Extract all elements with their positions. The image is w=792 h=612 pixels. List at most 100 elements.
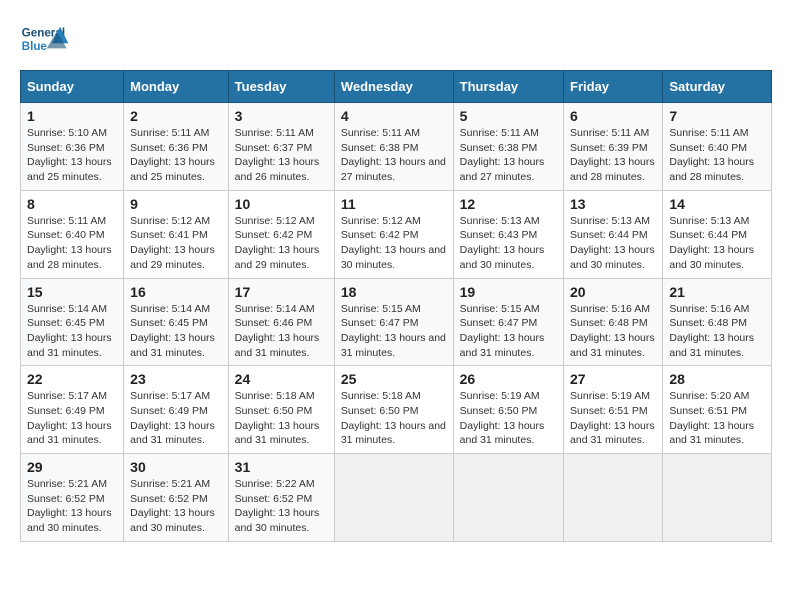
calendar-week-row: 22 Sunrise: 5:17 AMSunset: 6:49 PMDaylig… xyxy=(21,366,772,454)
day-info: Sunrise: 5:21 AMSunset: 6:52 PMDaylight:… xyxy=(27,478,112,534)
day-number: 21 xyxy=(669,284,765,300)
calendar-header-wednesday: Wednesday xyxy=(334,71,453,103)
day-number: 4 xyxy=(341,108,447,124)
day-number: 9 xyxy=(130,196,222,212)
calendar-cell xyxy=(453,454,563,542)
calendar-header-friday: Friday xyxy=(564,71,663,103)
calendar-cell: 31 Sunrise: 5:22 AMSunset: 6:52 PMDaylig… xyxy=(228,454,334,542)
day-number: 17 xyxy=(235,284,328,300)
calendar-cell: 17 Sunrise: 5:14 AMSunset: 6:46 PMDaylig… xyxy=(228,278,334,366)
calendar-cell xyxy=(663,454,772,542)
day-number: 3 xyxy=(235,108,328,124)
calendar-cell: 5 Sunrise: 5:11 AMSunset: 6:38 PMDayligh… xyxy=(453,103,563,191)
calendar-cell: 16 Sunrise: 5:14 AMSunset: 6:45 PMDaylig… xyxy=(124,278,229,366)
day-info: Sunrise: 5:11 AMSunset: 6:40 PMDaylight:… xyxy=(27,215,112,271)
day-number: 16 xyxy=(130,284,222,300)
day-number: 6 xyxy=(570,108,656,124)
calendar-cell: 25 Sunrise: 5:18 AMSunset: 6:50 PMDaylig… xyxy=(334,366,453,454)
calendar-cell: 13 Sunrise: 5:13 AMSunset: 6:44 PMDaylig… xyxy=(564,190,663,278)
calendar-cell: 28 Sunrise: 5:20 AMSunset: 6:51 PMDaylig… xyxy=(663,366,772,454)
calendar-cell: 29 Sunrise: 5:21 AMSunset: 6:52 PMDaylig… xyxy=(21,454,124,542)
calendar-cell: 7 Sunrise: 5:11 AMSunset: 6:40 PMDayligh… xyxy=(663,103,772,191)
calendar-cell: 12 Sunrise: 5:13 AMSunset: 6:43 PMDaylig… xyxy=(453,190,563,278)
calendar-week-row: 8 Sunrise: 5:11 AMSunset: 6:40 PMDayligh… xyxy=(21,190,772,278)
calendar-cell: 18 Sunrise: 5:15 AMSunset: 6:47 PMDaylig… xyxy=(334,278,453,366)
day-number: 24 xyxy=(235,371,328,387)
day-number: 26 xyxy=(460,371,557,387)
calendar-cell: 9 Sunrise: 5:12 AMSunset: 6:41 PMDayligh… xyxy=(124,190,229,278)
calendar-week-row: 29 Sunrise: 5:21 AMSunset: 6:52 PMDaylig… xyxy=(21,454,772,542)
day-info: Sunrise: 5:17 AMSunset: 6:49 PMDaylight:… xyxy=(27,390,112,446)
day-number: 12 xyxy=(460,196,557,212)
day-number: 22 xyxy=(27,371,117,387)
calendar-cell: 8 Sunrise: 5:11 AMSunset: 6:40 PMDayligh… xyxy=(21,190,124,278)
day-number: 29 xyxy=(27,459,117,475)
calendar-cell: 26 Sunrise: 5:19 AMSunset: 6:50 PMDaylig… xyxy=(453,366,563,454)
day-info: Sunrise: 5:16 AMSunset: 6:48 PMDaylight:… xyxy=(669,303,754,359)
day-info: Sunrise: 5:12 AMSunset: 6:41 PMDaylight:… xyxy=(130,215,215,271)
calendar-cell xyxy=(564,454,663,542)
day-info: Sunrise: 5:15 AMSunset: 6:47 PMDaylight:… xyxy=(460,303,545,359)
day-info: Sunrise: 5:22 AMSunset: 6:52 PMDaylight:… xyxy=(235,478,320,534)
day-number: 1 xyxy=(27,108,117,124)
day-number: 27 xyxy=(570,371,656,387)
day-info: Sunrise: 5:19 AMSunset: 6:51 PMDaylight:… xyxy=(570,390,655,446)
calendar-cell: 14 Sunrise: 5:13 AMSunset: 6:44 PMDaylig… xyxy=(663,190,772,278)
day-number: 18 xyxy=(341,284,447,300)
calendar-cell: 11 Sunrise: 5:12 AMSunset: 6:42 PMDaylig… xyxy=(334,190,453,278)
svg-text:Blue: Blue xyxy=(22,40,48,53)
day-info: Sunrise: 5:16 AMSunset: 6:48 PMDaylight:… xyxy=(570,303,655,359)
day-info: Sunrise: 5:13 AMSunset: 6:44 PMDaylight:… xyxy=(669,215,754,271)
day-number: 15 xyxy=(27,284,117,300)
calendar-cell: 15 Sunrise: 5:14 AMSunset: 6:45 PMDaylig… xyxy=(21,278,124,366)
day-number: 2 xyxy=(130,108,222,124)
day-info: Sunrise: 5:21 AMSunset: 6:52 PMDaylight:… xyxy=(130,478,215,534)
day-info: Sunrise: 5:12 AMSunset: 6:42 PMDaylight:… xyxy=(235,215,320,271)
calendar-cell: 21 Sunrise: 5:16 AMSunset: 6:48 PMDaylig… xyxy=(663,278,772,366)
day-number: 19 xyxy=(460,284,557,300)
day-info: Sunrise: 5:20 AMSunset: 6:51 PMDaylight:… xyxy=(669,390,754,446)
logo-icon: General Blue xyxy=(20,20,70,60)
calendar-cell: 24 Sunrise: 5:18 AMSunset: 6:50 PMDaylig… xyxy=(228,366,334,454)
day-number: 14 xyxy=(669,196,765,212)
day-number: 8 xyxy=(27,196,117,212)
day-info: Sunrise: 5:11 AMSunset: 6:39 PMDaylight:… xyxy=(570,127,655,183)
day-info: Sunrise: 5:14 AMSunset: 6:46 PMDaylight:… xyxy=(235,303,320,359)
day-number: 31 xyxy=(235,459,328,475)
calendar-cell: 30 Sunrise: 5:21 AMSunset: 6:52 PMDaylig… xyxy=(124,454,229,542)
calendar-cell: 3 Sunrise: 5:11 AMSunset: 6:37 PMDayligh… xyxy=(228,103,334,191)
day-info: Sunrise: 5:13 AMSunset: 6:44 PMDaylight:… xyxy=(570,215,655,271)
day-info: Sunrise: 5:17 AMSunset: 6:49 PMDaylight:… xyxy=(130,390,215,446)
calendar-header-thursday: Thursday xyxy=(453,71,563,103)
calendar-header-sunday: Sunday xyxy=(21,71,124,103)
day-info: Sunrise: 5:18 AMSunset: 6:50 PMDaylight:… xyxy=(235,390,320,446)
day-info: Sunrise: 5:10 AMSunset: 6:36 PMDaylight:… xyxy=(27,127,112,183)
calendar-cell: 23 Sunrise: 5:17 AMSunset: 6:49 PMDaylig… xyxy=(124,366,229,454)
calendar-cell: 4 Sunrise: 5:11 AMSunset: 6:38 PMDayligh… xyxy=(334,103,453,191)
day-info: Sunrise: 5:14 AMSunset: 6:45 PMDaylight:… xyxy=(27,303,112,359)
day-number: 7 xyxy=(669,108,765,124)
calendar-header-saturday: Saturday xyxy=(663,71,772,103)
calendar-header-monday: Monday xyxy=(124,71,229,103)
page-header: General Blue xyxy=(20,20,772,60)
calendar-week-row: 1 Sunrise: 5:10 AMSunset: 6:36 PMDayligh… xyxy=(21,103,772,191)
day-number: 13 xyxy=(570,196,656,212)
day-number: 28 xyxy=(669,371,765,387)
day-info: Sunrise: 5:11 AMSunset: 6:36 PMDaylight:… xyxy=(130,127,215,183)
day-number: 10 xyxy=(235,196,328,212)
day-info: Sunrise: 5:19 AMSunset: 6:50 PMDaylight:… xyxy=(460,390,545,446)
calendar-header-tuesday: Tuesday xyxy=(228,71,334,103)
day-info: Sunrise: 5:13 AMSunset: 6:43 PMDaylight:… xyxy=(460,215,545,271)
day-info: Sunrise: 5:14 AMSunset: 6:45 PMDaylight:… xyxy=(130,303,215,359)
day-number: 25 xyxy=(341,371,447,387)
calendar-cell xyxy=(334,454,453,542)
calendar-header-row: SundayMondayTuesdayWednesdayThursdayFrid… xyxy=(21,71,772,103)
day-info: Sunrise: 5:11 AMSunset: 6:38 PMDaylight:… xyxy=(341,127,446,183)
day-info: Sunrise: 5:11 AMSunset: 6:37 PMDaylight:… xyxy=(235,127,320,183)
day-number: 11 xyxy=(341,196,447,212)
day-info: Sunrise: 5:15 AMSunset: 6:47 PMDaylight:… xyxy=(341,303,446,359)
calendar-cell: 6 Sunrise: 5:11 AMSunset: 6:39 PMDayligh… xyxy=(564,103,663,191)
calendar-week-row: 15 Sunrise: 5:14 AMSunset: 6:45 PMDaylig… xyxy=(21,278,772,366)
calendar-cell: 22 Sunrise: 5:17 AMSunset: 6:49 PMDaylig… xyxy=(21,366,124,454)
calendar-cell: 20 Sunrise: 5:16 AMSunset: 6:48 PMDaylig… xyxy=(564,278,663,366)
